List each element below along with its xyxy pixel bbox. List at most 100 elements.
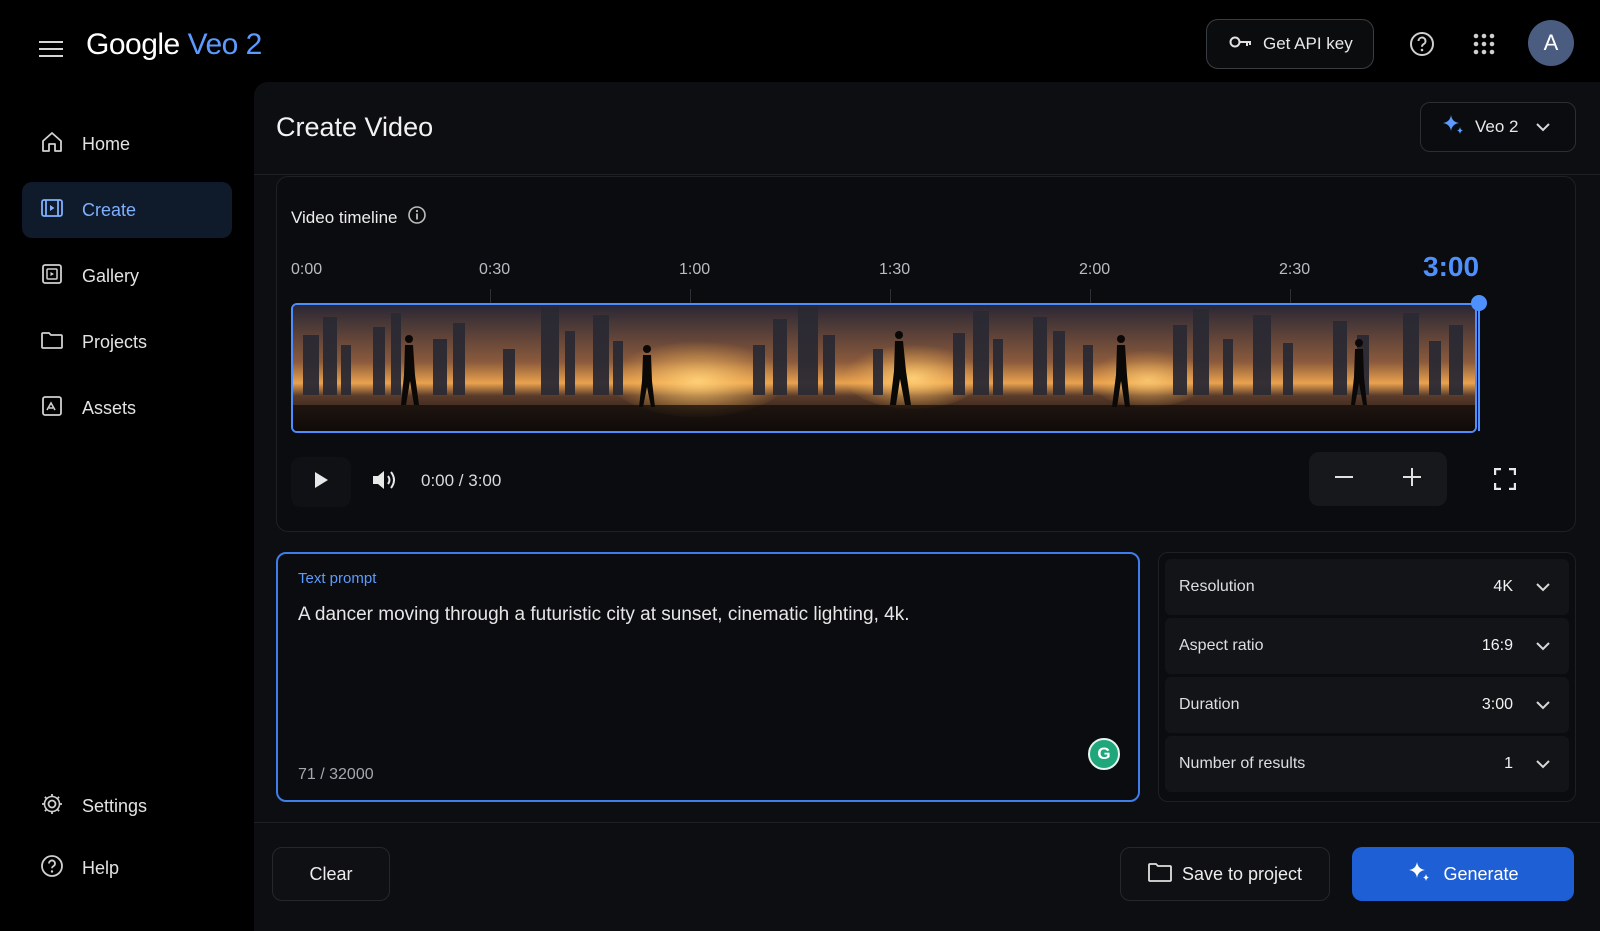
zoom-controls [1309, 452, 1447, 506]
folder-icon [1148, 862, 1172, 887]
tick-line [1290, 289, 1291, 303]
chevron-down-icon [1531, 700, 1555, 710]
sidebar-item-create[interactable]: Create [22, 182, 232, 238]
brand-google: Google [86, 28, 180, 61]
help-circle-icon [40, 854, 64, 883]
model-selector[interactable]: Veo 2 [1420, 102, 1576, 152]
setting-label: Duration [1179, 696, 1240, 713]
setting-value: 3:00 [1481, 696, 1513, 713]
resolution-select[interactable]: Resolution 4K [1165, 559, 1569, 615]
play-icon [313, 471, 329, 494]
sidebar-item-label: Help [82, 857, 120, 878]
save-to-project-label: Save to project [1181, 863, 1303, 884]
timeline-title-text: Video timeline [291, 207, 398, 227]
video-timeline-card: Video timeline 0:00 0:30 1:00 1:30 2:00 … [276, 176, 1576, 532]
zoom-out-button[interactable] [1317, 459, 1371, 499]
brand-logo[interactable]: Google Veo 2 [86, 28, 262, 62]
sidebar-item-label: Projects [82, 331, 148, 352]
setting-value: 16:9 [1481, 637, 1513, 654]
sidebar-item-label: Create [82, 199, 137, 220]
zoom-in-button[interactable] [1385, 459, 1439, 499]
page-title: Create Video [276, 112, 434, 142]
text-prompt-input[interactable]: A dancer moving through a futuristic cit… [298, 602, 1118, 752]
play-button[interactable] [291, 457, 351, 507]
gear-icon [40, 792, 64, 821]
chevron-down-icon [1531, 641, 1555, 651]
sidebar-item-projects[interactable]: Projects [22, 314, 232, 370]
timeline-tick: 0:00 [291, 261, 323, 278]
tick-line [1090, 289, 1091, 303]
aspect-ratio-select[interactable]: Aspect ratio 16:9 [1165, 618, 1569, 674]
timeline-tick: 1:00 [679, 261, 711, 278]
volume-button[interactable] [365, 457, 405, 507]
generate-label: Generate [1443, 863, 1519, 884]
timeline-tick: 2:30 [1279, 261, 1311, 278]
top-bar: Google Veo 2 Get API key A [0, 0, 1600, 88]
playhead-line [1478, 305, 1480, 431]
setting-label: Number of results [1179, 755, 1306, 772]
sidebar-item-label: Settings [82, 795, 148, 816]
sparkle-icon [1441, 113, 1465, 142]
timeline-tick: 1:30 [879, 261, 911, 278]
setting-value: 4K [1493, 578, 1513, 595]
setting-value: 1 [1504, 755, 1513, 772]
tick-line [490, 289, 491, 303]
sidebar-item-help[interactable]: Help [22, 840, 232, 896]
timeline-current-marker: 3:00 [1423, 251, 1480, 282]
sidebar-item-label: Gallery [82, 265, 140, 286]
text-prompt-card: Text prompt A dancer moving through a fu… [276, 552, 1140, 802]
setting-label: Resolution [1179, 578, 1255, 595]
plus-icon [1402, 467, 1422, 492]
number-of-results-select[interactable]: Number of results 1 [1165, 736, 1569, 792]
generate-button[interactable]: Generate [1352, 847, 1574, 901]
timeline-tick: 2:00 [1079, 261, 1111, 278]
time-readout: 0:00 / 3:00 [421, 471, 502, 490]
setting-label: Aspect ratio [1179, 637, 1264, 654]
home-icon [40, 130, 64, 159]
info-icon[interactable] [407, 205, 427, 230]
create-video-icon [40, 196, 64, 225]
sidebar-item-gallery[interactable]: Gallery [22, 248, 232, 304]
sidebar: Home Create Gallery Projects Assets Sett… [0, 88, 250, 931]
clear-button[interactable]: Clear [272, 847, 390, 901]
minus-icon [1334, 467, 1354, 492]
brand-product: Veo 2 [187, 28, 263, 61]
get-api-key-button[interactable]: Get API key [1206, 19, 1374, 69]
writing-assistant-badge[interactable]: G [1088, 738, 1120, 770]
sidebar-item-label: Home [82, 133, 131, 154]
sidebar-item-label: Assets [82, 397, 137, 418]
help-circle-icon[interactable] [1402, 24, 1442, 64]
folder-icon [40, 328, 64, 357]
sidebar-item-settings[interactable]: Settings [22, 778, 232, 834]
chevron-down-icon [1535, 117, 1551, 137]
video-frames-image [293, 305, 1475, 431]
sidebar-item-home[interactable]: Home [22, 116, 232, 172]
gallery-icon [40, 262, 64, 291]
video-frames-strip[interactable] [291, 303, 1477, 433]
menu-icon[interactable] [32, 30, 70, 68]
save-to-project-button[interactable]: Save to project [1120, 847, 1330, 901]
tick-line [890, 289, 891, 303]
action-bar: Clear Save to project Generate [254, 822, 1600, 931]
header-divider [254, 174, 1600, 175]
key-icon [1229, 34, 1253, 54]
character-counter: 71 / 32000 [298, 766, 374, 783]
generation-settings-card: Resolution 4K Aspect ratio 16:9 Duration… [1158, 552, 1576, 802]
timeline-title: Video timeline [291, 205, 427, 230]
volume-icon [371, 468, 399, 497]
timeline-tick: 0:30 [479, 261, 511, 278]
tick-line [690, 289, 691, 303]
main-panel: Create Video Veo 2 Video timeline 0:00 0… [254, 82, 1600, 931]
chevron-down-icon [1531, 582, 1555, 592]
sidebar-item-assets[interactable]: Assets [22, 380, 232, 436]
text-prompt-label: Text prompt [298, 570, 377, 587]
assets-icon [40, 394, 64, 423]
get-api-key-label: Get API key [1263, 34, 1353, 53]
avatar[interactable]: A [1528, 20, 1574, 66]
duration-select[interactable]: Duration 3:00 [1165, 677, 1569, 733]
apps-grid-icon[interactable] [1464, 24, 1504, 64]
chevron-down-icon [1531, 759, 1555, 769]
model-selector-label: Veo 2 [1475, 117, 1519, 136]
playhead-handle[interactable] [1471, 295, 1487, 311]
fullscreen-button[interactable] [1483, 459, 1527, 503]
